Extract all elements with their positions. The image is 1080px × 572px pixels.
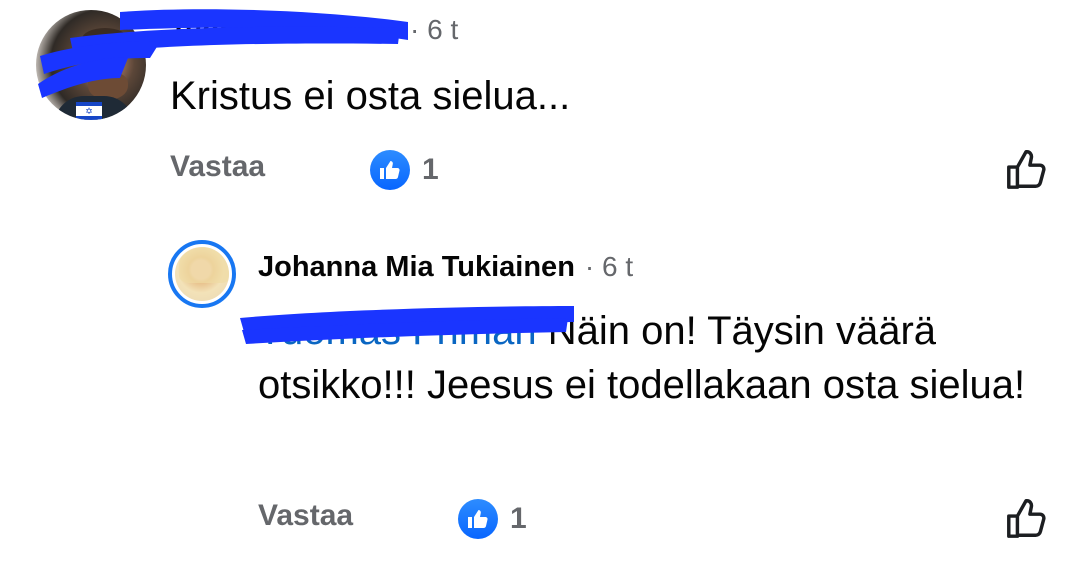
comment-text: Tuomas Friman Näin on! Täysin väärä otsi… [258,304,1048,412]
avatar[interactable] [168,240,236,308]
reaction-summary[interactable]: 1 [370,150,439,190]
like-reaction-icon [458,499,498,539]
thumbs-up-icon[interactable] [1004,146,1050,192]
mention-link[interactable]: Tuomas Friman [258,309,537,353]
comment-thread: ✡ Tuomas Friman · 6 t Kristus ei osta si… [0,0,1080,572]
reply-button[interactable]: Vastaa [258,499,353,533]
avatar[interactable]: ✡ [36,10,146,120]
comment-header: Johanna Mia Tukiainen · 6 t [258,248,633,286]
thumbs-up-icon[interactable] [1004,495,1050,541]
author-name[interactable]: Tuomas Friman [170,14,402,46]
comment-actions: Vastaa 1 [258,495,1050,543]
timestamp[interactable]: · 6 t [410,14,458,46]
comment-header: Tuomas Friman · 6 t [170,12,458,48]
like-reaction-icon [370,150,410,190]
author-name[interactable]: Johanna Mia Tukiainen [258,251,575,284]
flag-icon: ✡ [76,102,102,120]
reaction-count: 1 [510,502,527,535]
comment-text: Kristus ei osta sielua... [170,74,571,118]
timestamp[interactable]: · 6 t [585,251,633,283]
reaction-count: 1 [422,153,439,186]
reply-button[interactable]: Vastaa [170,150,265,184]
comment-actions: Vastaa 1 [170,146,1050,194]
reaction-summary[interactable]: 1 [458,499,527,539]
